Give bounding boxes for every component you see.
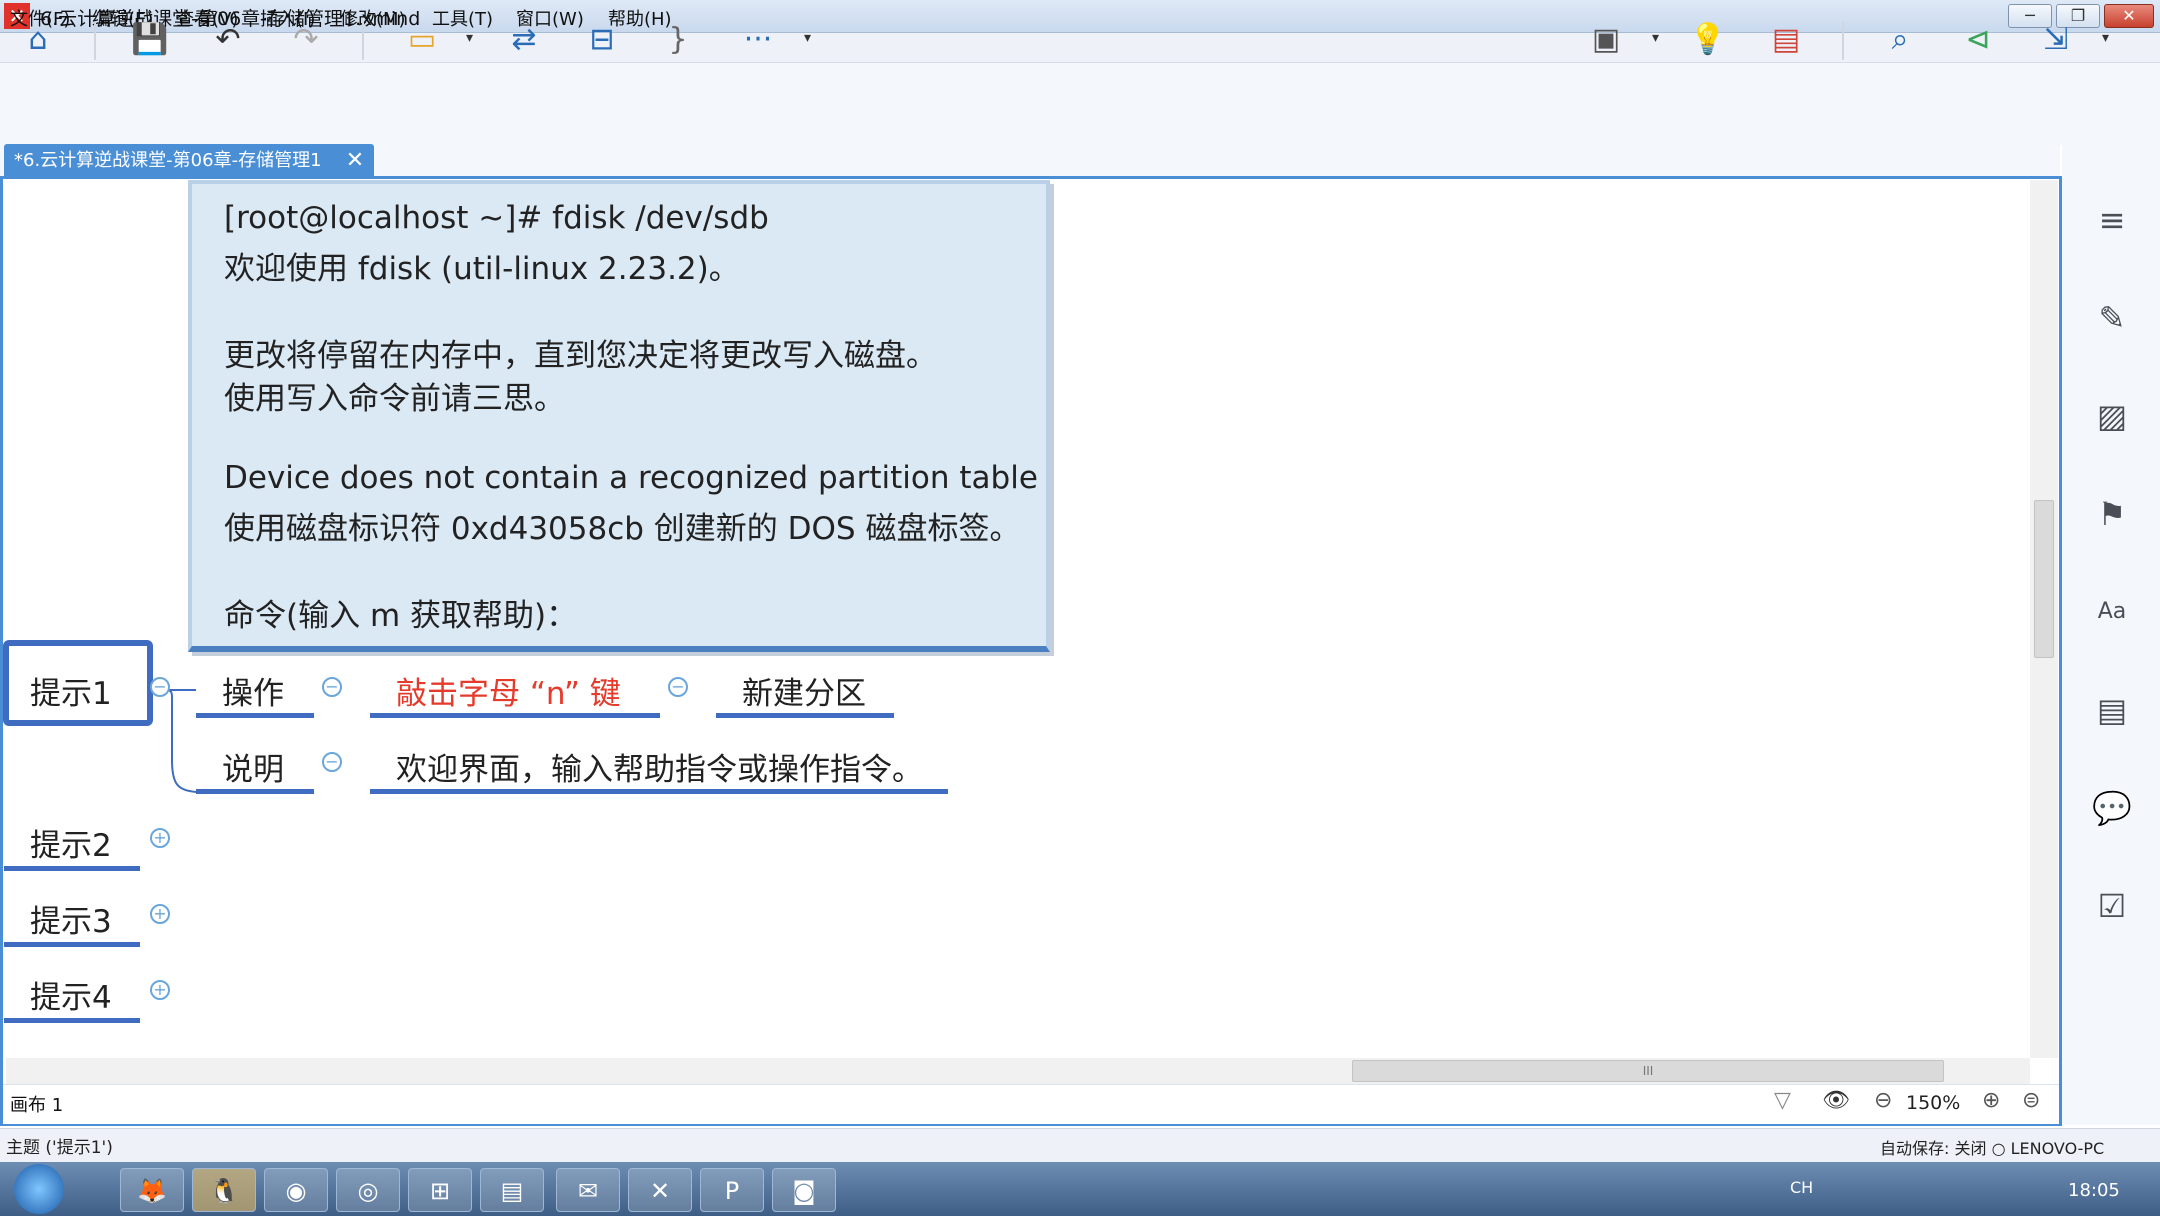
collapse-icon[interactable]: − — [150, 677, 170, 697]
subtopic-label[interactable]: 操作 — [222, 668, 284, 713]
zoom-out-icon[interactable]: ⊖ — [1874, 1088, 1892, 1113]
taskbar-app[interactable]: ◎ — [336, 1168, 400, 1212]
connector-lines — [159, 689, 197, 793]
subtopic-underline — [370, 713, 660, 718]
fit-icon[interactable]: ⊜ — [2022, 1088, 2040, 1113]
taskbar-xmind[interactable]: ✕ — [628, 1168, 692, 1212]
notes-icon[interactable]: ▤ — [2090, 688, 2134, 732]
subtopic-underline — [196, 789, 314, 794]
collapse-icon[interactable]: − — [322, 752, 342, 772]
clock[interactable]: 18:05 — [2068, 1180, 2120, 1201]
status-bar — [0, 1128, 2160, 1162]
topic-label[interactable]: 提示2 — [30, 820, 112, 865]
zoom-level: 150% — [1906, 1092, 1961, 1114]
collapse-icon[interactable]: − — [668, 677, 688, 697]
collapse-icon[interactable]: − — [322, 677, 342, 697]
filter-icon[interactable]: ▽ — [1774, 1088, 1791, 1113]
topic-underline — [4, 1018, 140, 1023]
status-autosave[interactable]: 自动保存: 关闭 ○ LENOVO-PC — [1880, 1135, 2104, 1159]
subtopic-label[interactable]: 欢迎界面，输入帮助指令或操作指令。 — [396, 744, 923, 789]
taskbar-wechat[interactable]: ✉ — [556, 1168, 620, 1212]
task-icon[interactable]: ☑ — [2090, 884, 2134, 928]
expand-icon[interactable]: + — [150, 904, 170, 924]
taskbar-app[interactable]: ⊞ — [408, 1168, 472, 1212]
subtopic-underline — [716, 713, 894, 718]
outline-icon[interactable]: ≡ — [2090, 198, 2134, 242]
font-icon[interactable]: Aa — [2090, 590, 2134, 634]
expand-icon[interactable]: + — [150, 828, 170, 848]
marker-flag-icon[interactable]: ⚑ — [2090, 492, 2134, 536]
comment-icon[interactable]: 💬 — [2090, 786, 2134, 830]
zoom-in-icon[interactable]: ⊕ — [1982, 1088, 2000, 1113]
taskbar-app[interactable]: P — [700, 1168, 764, 1212]
taskbar-qq[interactable]: 🐧 — [192, 1168, 256, 1212]
subtopic-label[interactable]: 敲击字母 “n” 键 — [396, 668, 621, 713]
subtopic-underline — [196, 713, 314, 718]
topic-label[interactable]: 提示4 — [30, 972, 112, 1017]
taskbar-explorer[interactable]: ▤ — [480, 1168, 544, 1212]
topic-label[interactable]: 提示3 — [30, 896, 112, 941]
subtopic-underline — [370, 789, 948, 794]
status-topic: 主题 ('提示1') — [6, 1138, 113, 1158]
topic-label[interactable]: 提示1 — [30, 668, 112, 713]
image-icon[interactable]: ▨ — [2090, 394, 2134, 438]
canvas-status-bar — [3, 1084, 2059, 1124]
start-button[interactable] — [14, 1164, 64, 1214]
taskbar-firefox[interactable]: 🦊 — [120, 1168, 184, 1212]
taskbar-app[interactable]: ◙ — [772, 1168, 836, 1212]
subtopic-label[interactable]: 新建分区 — [742, 668, 866, 713]
topic-underline — [4, 866, 140, 871]
taskbar-chrome[interactable]: ◉ — [264, 1168, 328, 1212]
expand-icon[interactable]: + — [150, 980, 170, 1000]
sheet-tab[interactable]: 画布 1 — [10, 1091, 63, 1117]
subtopic-label[interactable]: 说明 — [222, 744, 284, 789]
eye-icon[interactable]: 👁 — [1822, 1088, 1850, 1113]
right-sidebar — [2062, 145, 2160, 1125]
input-language[interactable]: CH — [1790, 1178, 1813, 1197]
format-icon[interactable]: ✎ — [2090, 296, 2134, 340]
topic-underline — [4, 942, 140, 947]
